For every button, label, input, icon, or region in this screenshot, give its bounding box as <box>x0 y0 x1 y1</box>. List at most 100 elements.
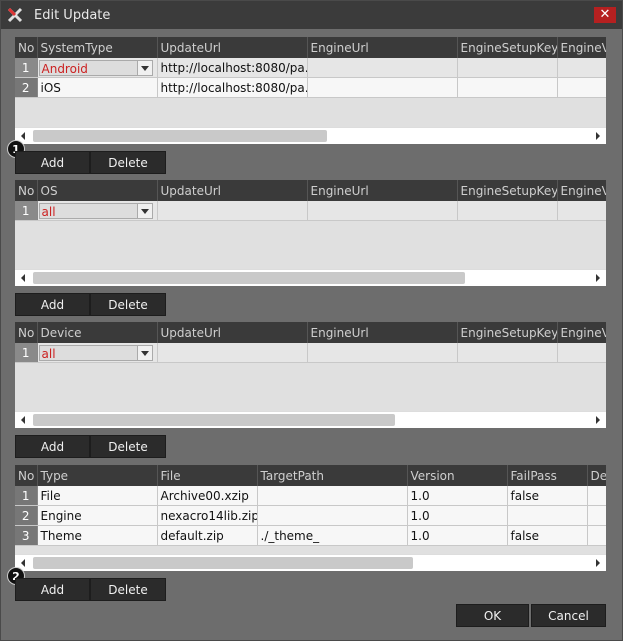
column-header[interactable]: UpdateUrl <box>157 37 308 58</box>
cancel-button[interactable]: Cancel <box>531 604 606 627</box>
engine-url-cell[interactable] <box>307 201 458 221</box>
table-row[interactable]: 2 Engine nexacro14lib.zip 1.0 <box>15 505 606 526</box>
column-header[interactable]: EngineSetupKey <box>457 37 558 58</box>
device-grid[interactable]: No Device UpdateUrl EngineUrl EngineSetu… <box>15 322 606 428</box>
column-header[interactable]: File <box>157 465 258 486</box>
scroll-left-icon[interactable] <box>21 132 25 140</box>
column-header[interactable]: UpdateUrl <box>157 180 308 201</box>
column-header[interactable]: EngineVe <box>557 322 606 343</box>
chevron-down-icon[interactable] <box>136 60 152 75</box>
horizontal-scrollbar[interactable] <box>15 269 606 286</box>
delete-button[interactable]: Delete <box>90 578 166 601</box>
column-header[interactable]: EngineUrl <box>307 37 458 58</box>
type-cell[interactable]: Theme <box>37 525 158 546</box>
file-cell[interactable]: nexacro14lib.zip <box>157 505 258 526</box>
horizontal-scrollbar[interactable] <box>15 411 606 428</box>
table-row[interactable]: 3 Theme default.zip ./_theme_ 1.0 false <box>15 525 606 546</box>
version-cell[interactable]: 1.0 <box>407 486 508 506</box>
scroll-thumb[interactable] <box>33 414 395 426</box>
column-header[interactable]: UpdateUrl <box>157 322 308 343</box>
engine-version-cell[interactable] <box>557 77 606 98</box>
description-cell[interactable] <box>587 486 606 506</box>
column-header[interactable]: TargetPath <box>257 465 408 486</box>
horizontal-scrollbar[interactable] <box>15 127 606 144</box>
scroll-right-icon[interactable] <box>596 132 600 140</box>
engine-setup-key-cell[interactable] <box>457 201 558 221</box>
column-header[interactable]: FailPass <box>507 465 588 486</box>
scroll-thumb[interactable] <box>33 557 413 569</box>
delete-button[interactable]: Delete <box>90 293 166 316</box>
engine-setup-key-cell[interactable] <box>457 77 558 98</box>
column-header[interactable]: Type <box>37 465 158 486</box>
column-header[interactable]: Device <box>37 322 158 343</box>
fail-pass-cell[interactable]: false <box>507 525 588 546</box>
engine-url-cell[interactable] <box>307 343 458 363</box>
engine-version-cell[interactable] <box>557 201 606 221</box>
table-row[interactable]: 2 iOS http://localhost:8080/pa... <box>15 77 606 98</box>
update-url-cell[interactable]: http://localhost:8080/pa... <box>157 77 308 98</box>
scroll-left-icon[interactable] <box>21 416 25 424</box>
column-header[interactable]: No <box>15 37 38 58</box>
version-cell[interactable]: 1.0 <box>407 505 508 526</box>
target-path-cell[interactable] <box>257 486 408 506</box>
chevron-down-icon[interactable] <box>136 345 152 360</box>
column-header[interactable]: No <box>15 180 38 201</box>
description-cell[interactable] <box>587 505 606 526</box>
column-header[interactable]: EngineSetupKey <box>457 322 558 343</box>
column-header[interactable]: EngineUrl <box>307 180 458 201</box>
scroll-left-icon[interactable] <box>21 559 25 567</box>
device-combo[interactable]: all <box>38 344 153 361</box>
fail-pass-cell[interactable] <box>507 505 588 526</box>
chevron-down-icon[interactable] <box>136 203 152 218</box>
scroll-right-icon[interactable] <box>596 559 600 567</box>
add-button[interactable]: Add <box>15 151 90 174</box>
table-row[interactable]: 1 Android http://localhost:8080/pa... <box>15 58 606 78</box>
scroll-right-icon[interactable] <box>596 274 600 282</box>
file-grid[interactable]: No Type File TargetPath Version FailPass… <box>15 465 606 571</box>
scroll-right-icon[interactable] <box>596 416 600 424</box>
delete-button[interactable]: Delete <box>90 151 166 174</box>
close-icon[interactable]: ✕ <box>594 7 616 23</box>
system-type-cell[interactable]: Android <box>37 58 158 78</box>
update-url-cell[interactable] <box>157 201 308 221</box>
scroll-left-icon[interactable] <box>21 274 25 282</box>
os-cell[interactable]: all <box>37 201 158 221</box>
file-cell[interactable]: Archive00.xzip <box>157 486 258 506</box>
column-header[interactable]: EngineVe <box>557 37 606 58</box>
column-header[interactable]: EngineVe <box>557 180 606 201</box>
horizontal-scrollbar[interactable] <box>15 554 606 571</box>
target-path-cell[interactable] <box>257 505 408 526</box>
table-row[interactable]: 1 File Archive00.xzip 1.0 false <box>15 486 606 506</box>
column-header[interactable]: No <box>15 465 38 486</box>
type-cell[interactable]: Engine <box>37 505 158 526</box>
column-header[interactable]: OS <box>37 180 158 201</box>
column-header[interactable]: SystemType <box>37 37 158 58</box>
add-button[interactable]: Add <box>15 293 90 316</box>
scroll-thumb[interactable] <box>33 272 465 284</box>
column-header[interactable]: EngineUrl <box>307 322 458 343</box>
engine-setup-key-cell[interactable] <box>457 343 558 363</box>
column-header[interactable]: Des <box>587 465 606 486</box>
table-row[interactable]: 1 all <box>15 343 606 363</box>
engine-version-cell[interactable] <box>557 343 606 363</box>
column-header[interactable]: No <box>15 322 38 343</box>
delete-button[interactable]: Delete <box>90 435 166 458</box>
os-combo[interactable]: all <box>38 202 153 219</box>
system-type-combo[interactable]: Android <box>38 59 153 76</box>
column-header[interactable]: EngineSetupKey <box>457 180 558 201</box>
ok-button[interactable]: OK <box>456 604 529 627</box>
fail-pass-cell[interactable]: false <box>507 486 588 506</box>
device-cell[interactable]: all <box>37 343 158 363</box>
scroll-thumb[interactable] <box>33 130 327 142</box>
file-cell[interactable]: default.zip <box>157 525 258 546</box>
update-url-cell[interactable]: http://localhost:8080/pa... <box>157 58 308 78</box>
add-button[interactable]: Add <box>15 435 90 458</box>
add-button[interactable]: Add <box>15 578 90 601</box>
system-type-cell[interactable]: iOS <box>37 77 158 98</box>
column-header[interactable]: Version <box>407 465 508 486</box>
description-cell[interactable] <box>587 525 606 546</box>
type-cell[interactable]: File <box>37 486 158 506</box>
engine-url-cell[interactable] <box>307 77 458 98</box>
engine-version-cell[interactable] <box>557 58 606 78</box>
table-row[interactable]: 1 all <box>15 201 606 221</box>
